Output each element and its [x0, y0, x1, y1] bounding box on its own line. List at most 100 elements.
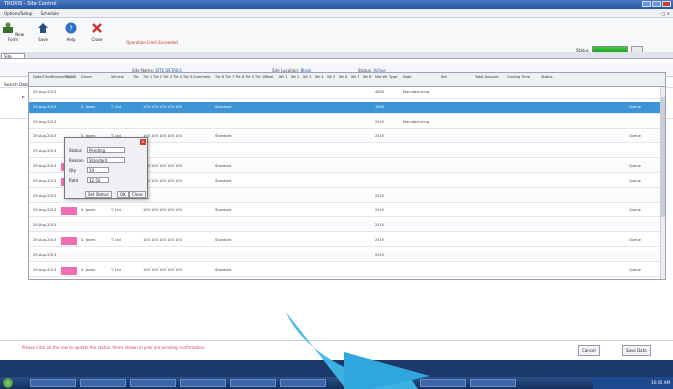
column-header[interactable]: Tkt 3: [163, 75, 172, 79]
popup-status-input[interactable]: Pending: [87, 147, 125, 153]
current-row-marker: ►: [22, 94, 26, 99]
column-header[interactable]: Wt 4: [315, 75, 323, 79]
cell-date: 29-Aug-2013: [33, 164, 57, 168]
close-button[interactable]: Close: [86, 22, 108, 42]
pending-marker[interactable]: [61, 237, 77, 245]
column-header[interactable]: Vehicle: [111, 75, 124, 79]
cell-values: 100 100 100 100 100: [143, 134, 182, 139]
popup-field-label: Qty: [69, 168, 77, 173]
taskbar-item[interactable]: [470, 379, 516, 387]
cell-date: 29-Aug-2013: [33, 90, 57, 94]
column-header[interactable]: Closing Time: [507, 75, 530, 79]
taskbar-item[interactable]: [280, 379, 326, 387]
cell-net-weight: 2510: [375, 238, 385, 242]
column-header[interactable]: Wt 2: [291, 75, 299, 79]
new-form-button[interactable]: New Form: [2, 22, 24, 42]
column-header[interactable]: Tkt 6: [215, 75, 224, 79]
column-header[interactable]: Total Amount: [475, 75, 499, 79]
cell-vehicle: T. Ltd: [111, 208, 121, 213]
column-header[interactable]: Wt 6: [339, 75, 347, 79]
grid-header: Date/Time Shipment ID Trip ID Driver Vehicle…: [29, 73, 665, 87]
help-button[interactable]: ? Help: [60, 22, 82, 42]
help-message: Please click on the row to update the st…: [22, 345, 206, 350]
maximize-button[interactable]: [652, 1, 661, 7]
cell-net-weight: 2510: [375, 223, 385, 228]
popup-qty-input[interactable]: 10: [87, 167, 109, 173]
column-header[interactable]: Wt 7: [351, 75, 359, 79]
start-button[interactable]: [3, 378, 13, 388]
os-taskbar: 10:45 AM: [0, 377, 673, 389]
pending-marker[interactable]: [61, 207, 77, 216]
column-header[interactable]: Wt 5: [327, 75, 335, 79]
taskbar-item[interactable]: [180, 379, 226, 387]
column-header[interactable]: Note: [403, 75, 412, 79]
table-row[interactable]: 29-Aug-2013 S. Jones T. Ltd 100 100 100 100…: [29, 205, 665, 218]
window-title: TROXIS - Site Control: [4, 1, 57, 7]
home-icon: [38, 23, 48, 33]
column-header[interactable]: Tkt 9: [245, 75, 254, 79]
close-window-button[interactable]: [662, 1, 671, 7]
column-header[interactable]: Wt 1: [279, 75, 287, 79]
column-header[interactable]: Status: [541, 75, 552, 79]
mdi-window-controls[interactable]: - ◻ ×: [659, 11, 670, 16]
table-row[interactable]: 29-Aug-2013 S. Jones T. Ltd 100 100 100 100…: [29, 235, 665, 247]
column-header[interactable]: Wt 8: [363, 75, 371, 79]
menu-item-schedule[interactable]: Schedule: [40, 11, 58, 16]
popup-set-status-button[interactable]: Set Status: [85, 191, 112, 198]
taskbar-item[interactable]: [230, 379, 276, 387]
save-button[interactable]: Save: [32, 22, 54, 42]
window-controls: [642, 1, 671, 7]
scrollbar-thumb[interactable]: [661, 97, 665, 217]
popup-close-text-button[interactable]: Close: [129, 191, 146, 198]
column-header[interactable]: Type: [389, 75, 397, 79]
taskbar-item[interactable]: [30, 379, 76, 387]
column-header[interactable]: Tkt 8: [235, 75, 244, 79]
cancel-button[interactable]: Cancel: [578, 345, 600, 356]
table-row[interactable]: 29-Aug-2013 2510: [29, 249, 665, 262]
cell-date: 29-Aug-2013: [33, 238, 57, 242]
minimize-button[interactable]: [642, 1, 651, 7]
column-header[interactable]: Tkt 5: [183, 75, 192, 79]
new-form-icon: [3, 22, 13, 33]
table-row[interactable]: 29-Aug-2013 4600 Manufacturing: [29, 87, 665, 99]
popup-reason-input[interactable]: Standard: [87, 157, 125, 163]
taskbar-item[interactable]: [130, 379, 176, 387]
cell-net-weight: 2510: [375, 134, 385, 139]
cell-values: 100 100 100 100 100: [143, 238, 182, 242]
cell-date: 29-Aug-2013: [33, 134, 57, 139]
cell-status: Queue: [629, 238, 641, 242]
menu-item-options[interactable]: Options/Setup: [4, 11, 32, 16]
table-row[interactable]: 29-Aug-2013 S. Jones T. Ltd 100 100 100 100…: [29, 101, 665, 114]
tab-strip: Site Details: [0, 52, 673, 64]
column-header[interactable]: Ref: [441, 75, 447, 79]
cell-net-weight: 2510: [375, 119, 385, 124]
taskbar-item[interactable]: [80, 379, 126, 387]
cell-values: 100 100 100 100 100: [143, 208, 182, 213]
pending-marker[interactable]: [61, 266, 77, 275]
table-row[interactable]: 29-Aug-2013 2510: [29, 220, 665, 233]
column-header[interactable]: Tkt 1: [143, 75, 152, 79]
column-header[interactable]: Tkt 2: [153, 75, 162, 79]
save-data-button[interactable]: Save Data: [622, 345, 651, 356]
taskbar-item[interactable]: [420, 379, 466, 387]
column-header[interactable]: Tkt 4: [173, 75, 182, 79]
column-header[interactable]: Driver: [81, 75, 92, 79]
column-header[interactable]: Tkt: [133, 75, 139, 79]
popup-close-button[interactable]: ×: [140, 139, 146, 145]
popup-ok-button[interactable]: OK: [117, 191, 129, 198]
table-row[interactable]: 29-Aug-2013 S. Jones T. Ltd 100 100 100 100…: [29, 265, 665, 277]
table-row[interactable]: 29-Aug-2013 2510 Manufacturing: [29, 117, 665, 129]
cell-date: 29-Aug-2013: [33, 119, 57, 124]
cell-status: Queue: [629, 178, 641, 183]
column-header[interactable]: Trip ID: [65, 75, 76, 79]
column-header[interactable]: Wt 3: [303, 75, 311, 79]
column-header[interactable]: Total: [265, 75, 273, 79]
cell-comment: Standard: [215, 267, 232, 272]
grid-vertical-scrollbar[interactable]: [660, 87, 665, 279]
column-header[interactable]: Date/Time: [33, 75, 52, 79]
column-header[interactable]: Comment: [193, 75, 211, 79]
column-header[interactable]: Tkt 7: [225, 75, 234, 79]
popup-rate-input[interactable]: 12.50: [87, 177, 109, 183]
column-header[interactable]: Net Wt: [375, 75, 387, 79]
cell-values: 100 100 100 100 100: [143, 164, 182, 168]
